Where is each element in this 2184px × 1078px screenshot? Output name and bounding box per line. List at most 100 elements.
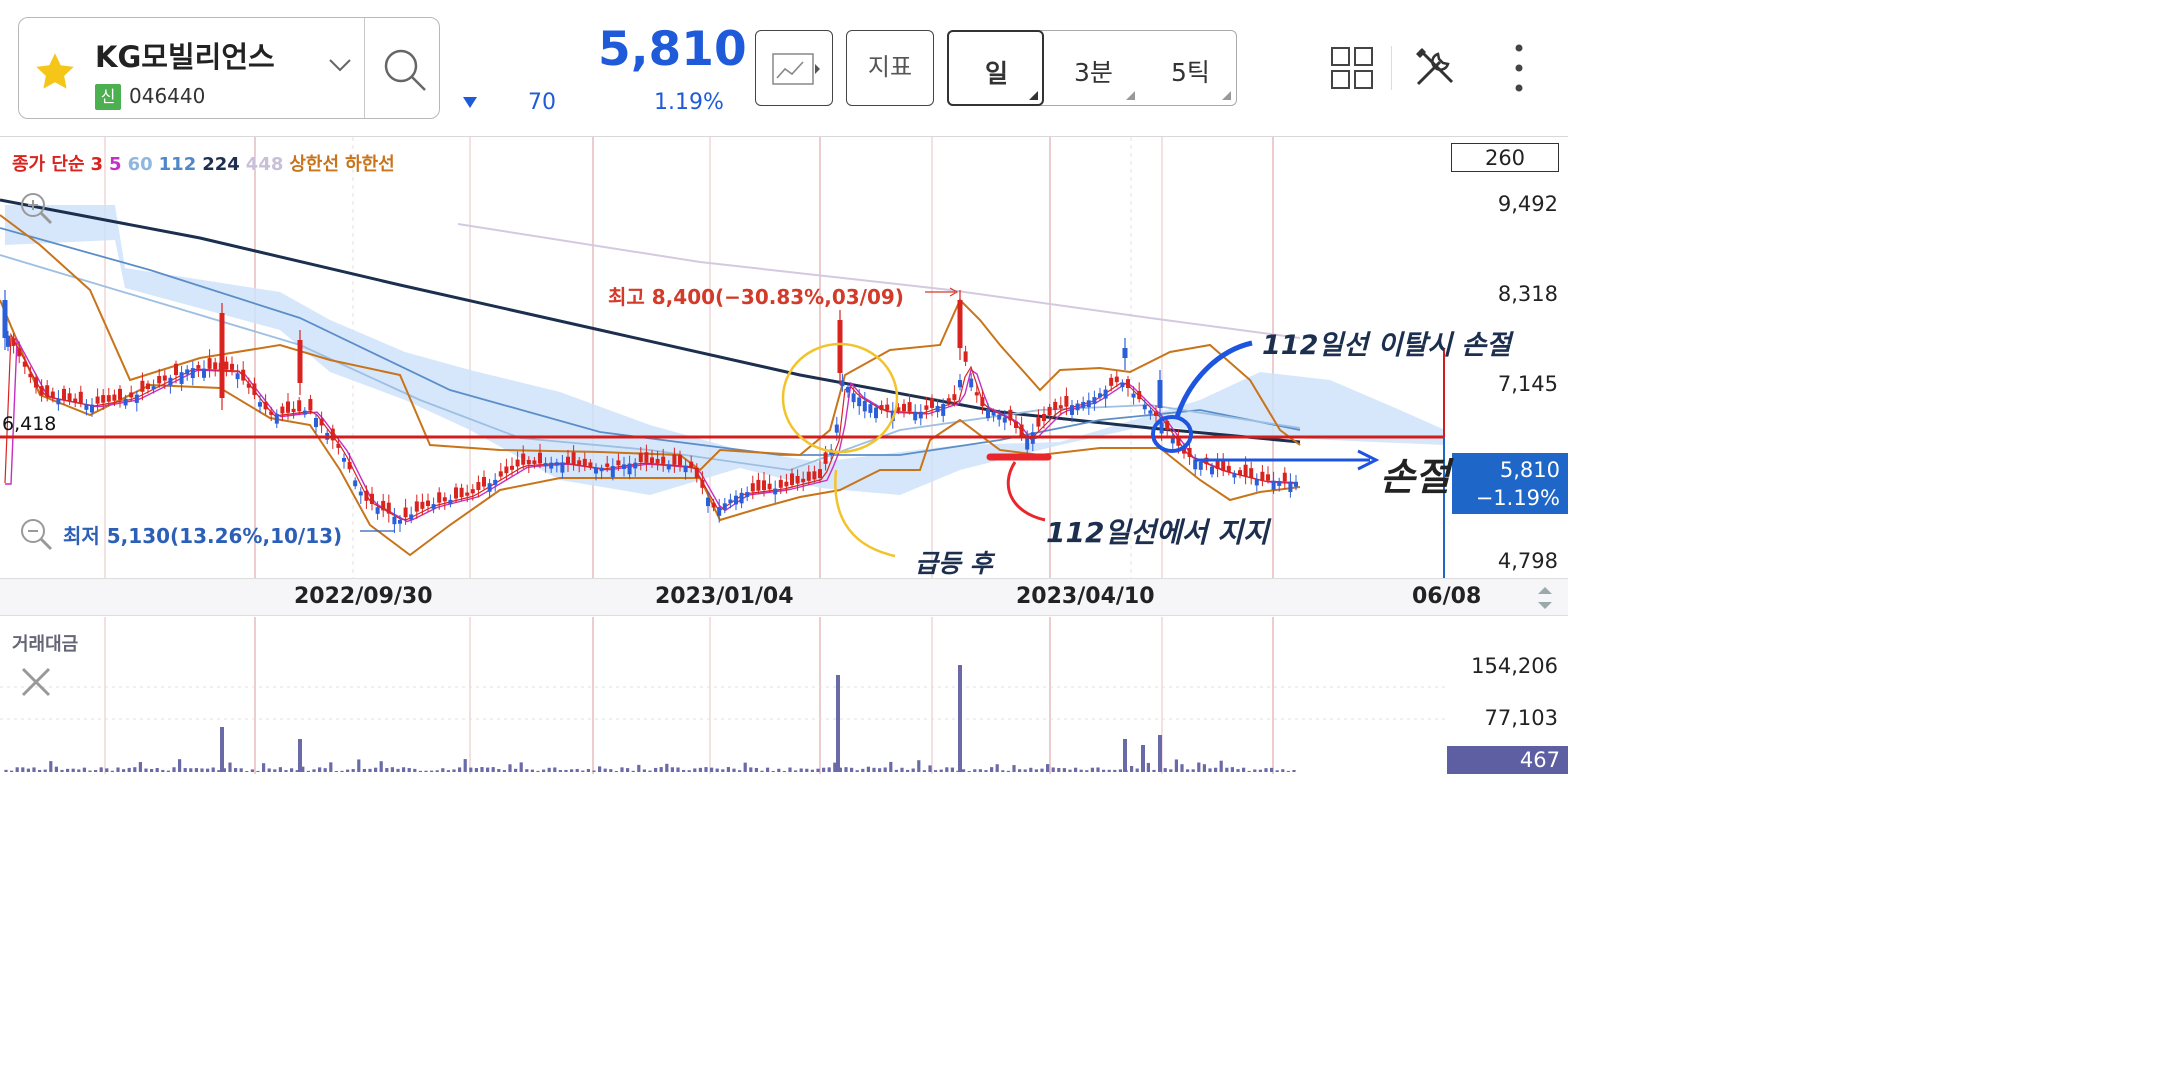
candle-body [532, 460, 537, 464]
candle-body [414, 501, 419, 512]
candle-body [1226, 465, 1231, 473]
stock-selector[interactable]: KG모빌리언스 신 046440 [18, 17, 440, 119]
candle-body [622, 464, 626, 469]
volume-bar [844, 767, 848, 772]
volume-bar [284, 770, 288, 772]
volume-bar [917, 760, 921, 772]
candle-body [174, 363, 178, 375]
volume-bar [278, 767, 282, 772]
stoploss-note: 손절 [1380, 455, 1450, 499]
volume-bar [508, 764, 512, 772]
candle-body [868, 404, 873, 413]
volume-bar [967, 770, 971, 772]
candle-body [297, 340, 303, 383]
volume-bar [1123, 739, 1127, 772]
corner-marker [1126, 91, 1135, 100]
volume-bar [676, 767, 680, 772]
candle-body [801, 478, 806, 483]
volume-bar [682, 769, 686, 772]
volume-bar [1275, 770, 1279, 772]
period-day-label: 일 [985, 59, 1009, 88]
indicator-button[interactable]: 지표 [846, 30, 934, 106]
zoom-out-icon[interactable] [18, 516, 54, 552]
close-icon[interactable] [18, 664, 54, 700]
volume-bar [1219, 760, 1223, 772]
volume-bar [267, 768, 271, 772]
grid-icon[interactable] [1330, 46, 1374, 90]
candle-body [980, 397, 985, 407]
volume-bar [715, 768, 719, 772]
zoom-in-icon[interactable] [18, 190, 54, 226]
scroll-arrows-icon[interactable] [1534, 583, 1556, 613]
volume-bar [94, 770, 98, 772]
volume-bar [290, 768, 294, 772]
volume-bar [1258, 769, 1262, 772]
volume-bar [536, 770, 540, 772]
candle-body [330, 428, 335, 441]
volume-bar [721, 769, 725, 772]
candle-body [2, 300, 8, 338]
period-3min-button[interactable]: 3분 [1044, 30, 1141, 106]
period-5tick-button[interactable]: 5틱 [1141, 30, 1237, 106]
candle-body [403, 507, 408, 518]
candle-body [448, 499, 453, 505]
volume-bar [1186, 769, 1190, 772]
corner-marker [1222, 91, 1231, 100]
stock-name[interactable]: KG모빌리언스 [95, 34, 275, 76]
volume-bar [581, 770, 585, 772]
candle-body [190, 368, 195, 379]
candle-body [689, 461, 694, 469]
candle-body [885, 404, 890, 411]
volume-bar [1068, 769, 1072, 772]
volume-bar [1174, 759, 1178, 772]
candle-body [560, 462, 565, 473]
volume-bar [402, 767, 406, 772]
volume-bar [822, 767, 826, 772]
candle-body [246, 383, 251, 388]
candle-body [1266, 474, 1270, 481]
chevron-down-icon[interactable] [327, 56, 353, 74]
candle-body [1002, 417, 1007, 423]
candle-body [118, 388, 122, 400]
star-icon[interactable] [33, 50, 77, 94]
candle-body [78, 391, 83, 404]
volume-bar [446, 770, 450, 772]
volume-bar [206, 768, 210, 772]
candle-body [34, 377, 38, 388]
candle-body [930, 398, 934, 408]
volume-bar [4, 769, 8, 772]
trend-tool-button[interactable] [755, 30, 833, 106]
volume-bar [88, 770, 92, 772]
candle-body [918, 411, 923, 419]
candle-body [594, 467, 598, 474]
tools-icon[interactable] [1412, 44, 1458, 90]
candle-body [1058, 405, 1063, 409]
candle-body [454, 487, 458, 499]
volume-bar [922, 770, 926, 772]
volume-bar [1118, 769, 1122, 772]
more-vertical-icon[interactable] [1506, 42, 1532, 94]
volume-bar [659, 767, 663, 772]
volume-bar [10, 770, 14, 772]
candle-body [370, 493, 374, 504]
volume-bar [298, 739, 302, 772]
candle-body [358, 491, 363, 496]
search-icon[interactable] [381, 46, 429, 94]
candle-body [465, 492, 470, 496]
volume-bar [519, 762, 523, 772]
volume-bar [346, 769, 350, 772]
volume-bar [15, 767, 19, 772]
candle-body [812, 471, 817, 480]
trend-chart-icon [772, 53, 820, 85]
price-tick: 9,492 [1497, 192, 1558, 216]
volume-bar [1286, 770, 1290, 772]
price-change: 70 [528, 90, 556, 115]
candle-body [924, 405, 929, 410]
volume-bar [1247, 770, 1251, 772]
candle-body [857, 397, 862, 407]
candle-body [1064, 395, 1069, 407]
period-day-button[interactable]: 일 [947, 30, 1044, 106]
volume-bar [598, 766, 602, 772]
candle-body [958, 380, 962, 388]
price-tick: 8,318 [1497, 282, 1558, 306]
